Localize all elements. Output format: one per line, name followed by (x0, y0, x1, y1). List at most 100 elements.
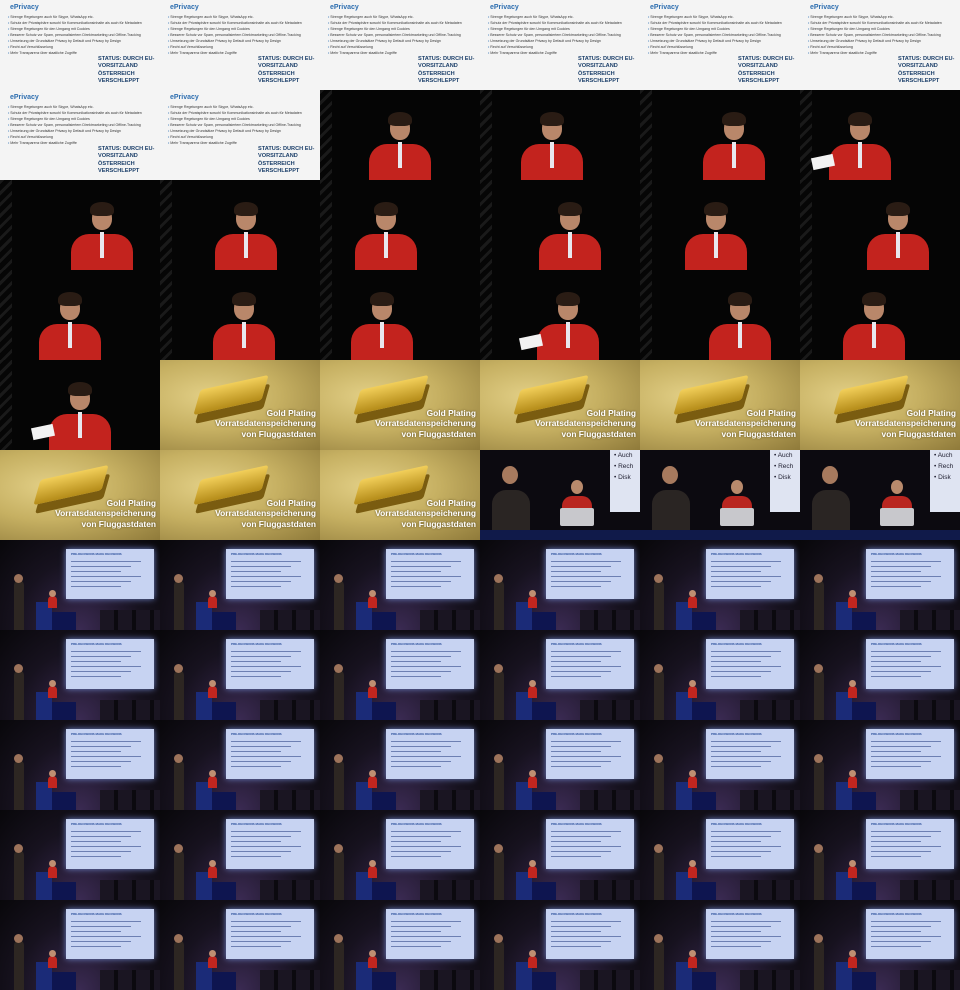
moderator-head (814, 664, 823, 673)
screen-text-line (391, 841, 441, 843)
screen-text-line (871, 761, 931, 763)
screen-heading: PRE-DECISIONS MAKE DECISIONS (391, 552, 442, 556)
screen-text-line (871, 586, 921, 588)
moderator-body (174, 670, 184, 720)
screen-text-line (391, 581, 451, 583)
gold-line: von Fluggastdaten (241, 428, 316, 439)
speaker-head (849, 590, 856, 597)
audience-seats (100, 970, 160, 990)
projector-screen: PRE-DECISIONS MAKE DECISIONS (226, 549, 314, 599)
thumbnail-stage: PRE-DECISIONS MAKE DECISIONS (480, 720, 640, 810)
thumbnail-stage: PRE-DECISIONS MAKE DECISIONS (160, 540, 320, 630)
moderator-body (654, 940, 664, 990)
screen-text-line (871, 656, 931, 658)
screen-text-line (551, 561, 621, 563)
speaker-head (529, 590, 536, 597)
stage-truss (800, 180, 812, 270)
lanyard (896, 232, 900, 258)
screen-text-line (551, 836, 611, 838)
moderator-head (814, 934, 823, 943)
audience-seats (260, 970, 320, 990)
speaker-hair (232, 292, 256, 306)
gold-line: Vorratsdatenspeicherung (215, 508, 316, 519)
status-line: STATUS: DURCH EU- (98, 56, 155, 62)
slide-title: ePrivacy (10, 94, 39, 101)
lanyard (714, 232, 718, 258)
screen-text-line (711, 561, 781, 563)
screen-text-line (551, 741, 621, 743)
audience-seats (740, 970, 800, 990)
projector-screen: PRE-DECISIONS MAKE DECISIONS (706, 549, 794, 599)
moderator-body (334, 940, 344, 990)
screen-text-line (71, 581, 131, 583)
gold-line: von Fluggastdaten (401, 518, 476, 529)
panel-table (372, 792, 396, 810)
screen-word: • Auch (614, 452, 633, 459)
screen-heading: PRE-DECISIONS MAKE DECISIONS (871, 912, 922, 916)
gold-line: Gold Plating (586, 408, 636, 418)
gold-line: Vorratsdatenspeicherung (855, 418, 956, 429)
status-line: STATUS: DURCH EU- (418, 56, 475, 62)
screen-text-line (711, 926, 771, 928)
projector-screen: PRE-DECISIONS MAKE DECISIONS (386, 549, 474, 599)
thumbnail-speaker (640, 180, 800, 270)
moderator-head (654, 754, 663, 763)
speaker-body (688, 776, 697, 788)
screen-heading: PRE-DECISIONS MAKE DECISIONS (551, 822, 602, 826)
screen-text-line (231, 581, 291, 583)
panel-table (212, 612, 236, 630)
screen-text-line (231, 676, 281, 678)
speaker-hair (90, 202, 114, 216)
moderator-head (494, 664, 503, 673)
screen-text-line (71, 741, 141, 743)
speaker-head (209, 770, 216, 777)
screen-text-line (71, 746, 131, 748)
audience-seats (260, 790, 320, 810)
lanyard (550, 142, 554, 168)
panel-table (692, 792, 716, 810)
screen-heading: PRE-DECISIONS MAKE DECISIONS (551, 912, 602, 916)
speaker-hair (234, 202, 258, 216)
screen-word: • Auch (774, 452, 793, 459)
screen-text-line (391, 941, 451, 943)
status-line: VERSCHLEPPT (258, 168, 300, 175)
gold-line: Gold Plating (906, 408, 956, 418)
status-line: VORSITZLAND ÖSTERREICH (898, 63, 938, 77)
screen-text-line (71, 651, 141, 653)
audience-seats (100, 700, 160, 720)
panel-table (372, 882, 396, 900)
speaker-hair (374, 202, 398, 216)
screen-text-line (871, 741, 941, 743)
screen-text-line (551, 941, 611, 943)
thumbnail-panel: • Auch • Rech • Disk (480, 450, 640, 540)
thumbnail-eprivacy: ePrivacy Strenge Regelungen auch für Skyp… (160, 90, 320, 180)
moderator-body (14, 760, 24, 810)
thumbnail-stage: PRE-DECISIONS MAKE DECISIONS (160, 810, 320, 900)
screen-heading: PRE-DECISIONS MAKE DECISIONS (711, 732, 762, 736)
screen-text-line (391, 671, 451, 673)
screen-text-line (71, 941, 131, 943)
moderator-body (334, 760, 344, 810)
speaker-body (688, 596, 697, 608)
screen-text-line (71, 751, 121, 753)
screen-text-line (711, 581, 771, 583)
status-text: STATUS: DURCH EU- VORSITZLAND ÖSTERREICH V… (258, 146, 318, 176)
screen-text-line (231, 921, 301, 923)
speaker-body (688, 866, 697, 878)
screen-heading: PRE-DECISIONS MAKE DECISIONS (871, 732, 922, 736)
screen-text-line (391, 946, 441, 948)
moderator-head (494, 934, 503, 943)
screen-text-line (391, 656, 451, 658)
thumbnail-speaker (480, 90, 640, 180)
thumbnail-speaker (480, 180, 640, 270)
moderator-head (494, 574, 503, 583)
audience-seats (100, 880, 160, 900)
speaker-head (209, 590, 216, 597)
moderator-head (502, 466, 518, 484)
speaker-body (848, 956, 857, 968)
stage-truss (0, 180, 12, 270)
screen-text-line (231, 586, 281, 588)
bullet-list: Strenge Regelungen auch für Skype, Whats… (808, 14, 956, 56)
moderator-head (174, 754, 183, 763)
screen-text-line (711, 741, 781, 743)
